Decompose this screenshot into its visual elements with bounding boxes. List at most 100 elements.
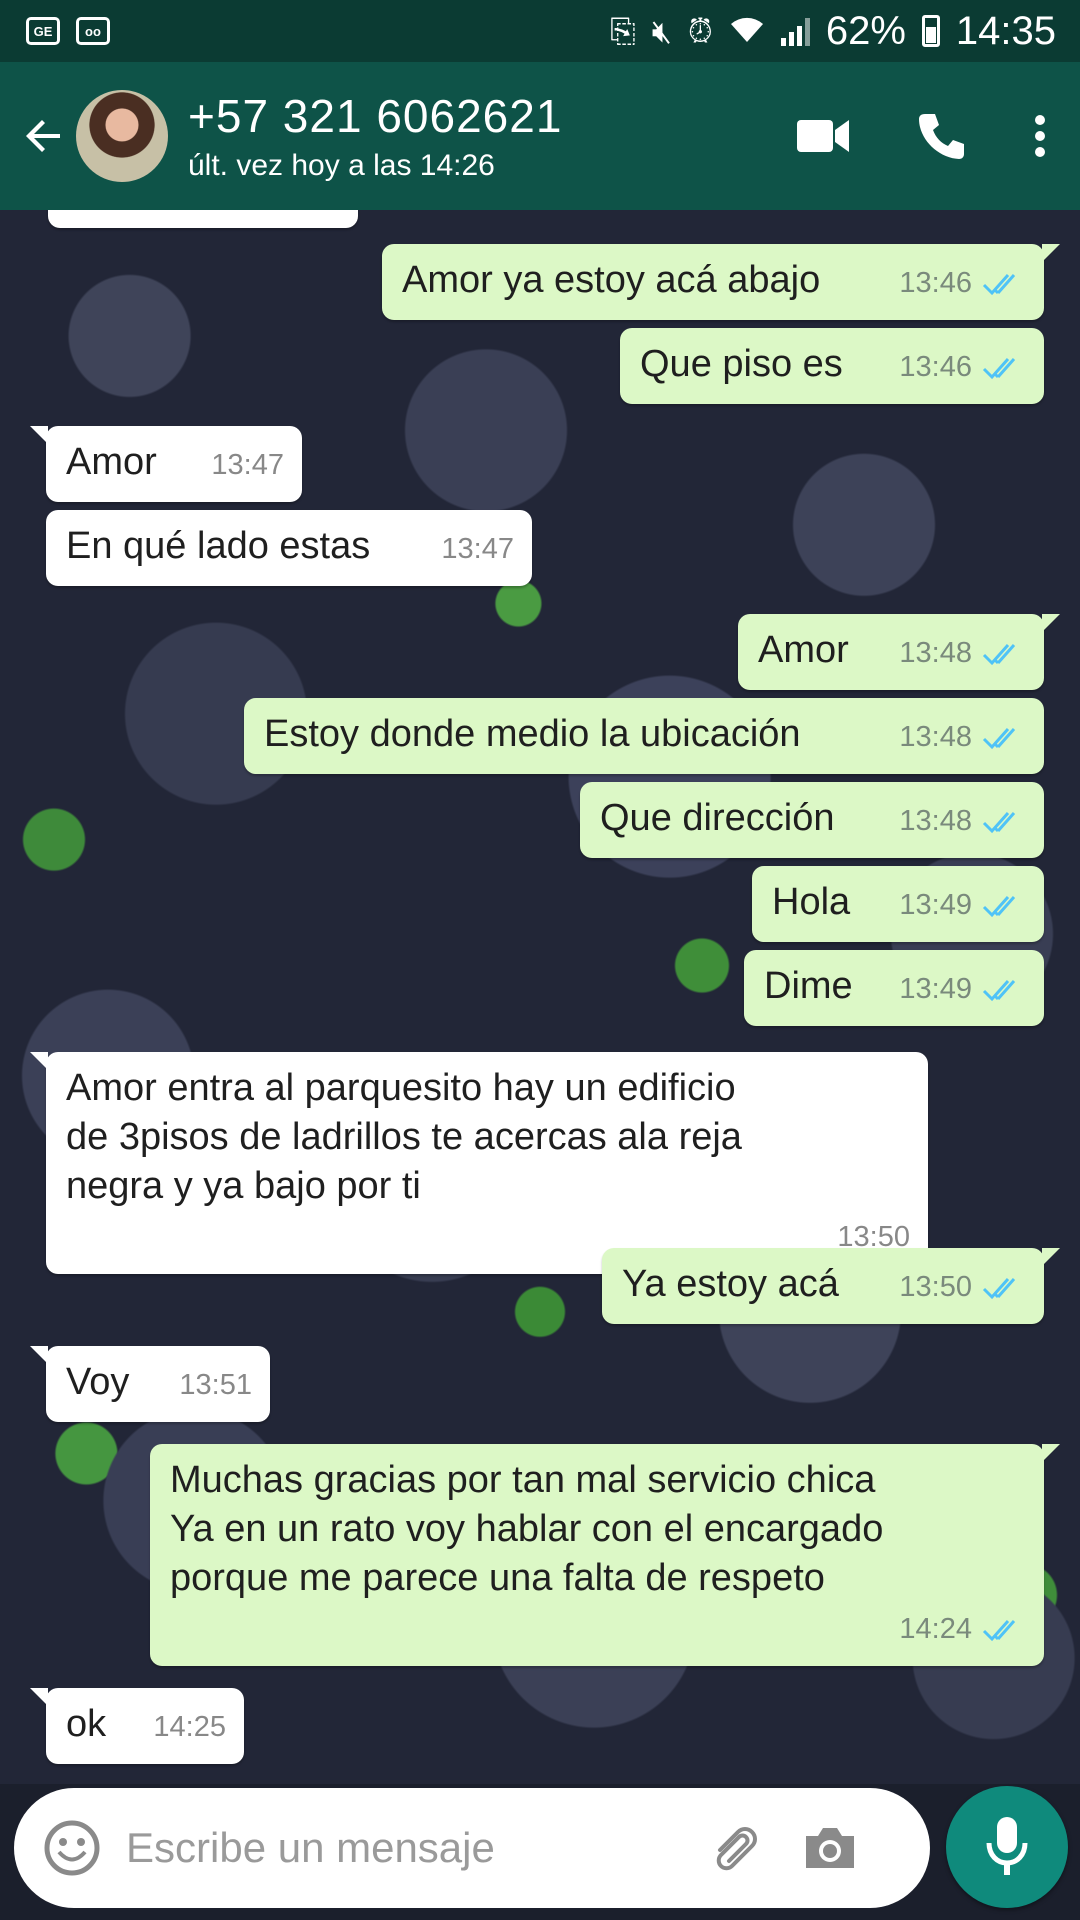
attach-button[interactable]	[686, 1808, 782, 1888]
message-time: 13:47	[211, 449, 284, 481]
back-button[interactable]	[4, 86, 84, 186]
message-text: Ya estoy acá	[622, 1263, 839, 1305]
message-list[interactable]: Amor ya estoy acá abajo 13:46 Que piso es 1…	[0, 210, 1080, 1784]
outgoing-message[interactable]: Amor ya estoy acá abajo 13:46	[382, 244, 1060, 320]
incoming-message[interactable]: Voy 13:51	[30, 1346, 270, 1422]
message-time: 13:48	[899, 805, 972, 837]
more-vert-icon	[1035, 115, 1045, 157]
mute-icon: 🔇︎	[651, 13, 672, 49]
message-meta: 13:48	[899, 797, 1026, 846]
message-text: ok	[66, 1703, 107, 1745]
voice-call-button[interactable]	[882, 86, 1000, 186]
message-text: Que dirección	[600, 797, 835, 839]
read-receipt-icon	[982, 725, 1026, 751]
back-arrow-icon	[26, 120, 60, 152]
phone-icon	[919, 114, 964, 159]
read-receipt-icon	[982, 271, 1026, 297]
message-time: 13:46	[899, 351, 972, 383]
read-receipt-icon	[982, 893, 1026, 919]
outgoing-message[interactable]: Amor 13:48	[738, 614, 1060, 690]
status-clock: 14:35	[955, 8, 1056, 53]
outgoing-message[interactable]: Estoy donde medio la ubicación 13:48	[244, 698, 1044, 774]
message-time: 14:25	[153, 1711, 226, 1743]
incoming-message[interactable]: Amor 13:47	[30, 426, 302, 502]
message-meta: 13:47	[211, 441, 284, 490]
message-text: Voy	[66, 1361, 130, 1403]
read-receipt-icon	[982, 977, 1026, 1003]
message-time: 14:24	[899, 1613, 972, 1645]
message-meta: 13:51	[179, 1361, 252, 1410]
read-receipt-icon	[982, 641, 1026, 667]
message-time: 13:51	[179, 1369, 252, 1401]
message-text-line: porque me parece una falta de respeto	[170, 1557, 825, 1599]
message-time: 13:46	[899, 267, 972, 299]
message-text: Amor	[758, 629, 849, 671]
read-receipt-icon	[982, 809, 1026, 835]
nfc-icon: ⎘	[610, 13, 636, 49]
more-options-button[interactable]	[1000, 86, 1080, 186]
camera-icon	[806, 1828, 854, 1868]
battery-icon	[921, 15, 940, 47]
voicemail-icon: oo	[76, 17, 110, 45]
message-text: Amor	[66, 441, 157, 483]
chat-header: +57 321 6062621 últ. vez hoy a las 14:26	[0, 62, 1080, 210]
message-text-line: Amor entra al parquesito hay un edificio	[66, 1067, 736, 1109]
outgoing-message[interactable]: Muchas gracias por tan mal servicio chic…	[150, 1444, 1060, 1666]
message-text: Estoy donde medio la ubicación	[264, 713, 801, 755]
outgoing-message[interactable]: Que piso es 13:46	[620, 328, 1044, 404]
message-meta: 13:50	[899, 1263, 1026, 1312]
message-meta: 14:24	[170, 1605, 1026, 1654]
message-time: 13:49	[899, 889, 972, 921]
ge-icon: GE	[26, 17, 60, 45]
message-input[interactable]	[126, 1824, 686, 1872]
wifi-icon	[729, 9, 765, 54]
read-receipt-icon	[982, 1275, 1026, 1301]
message-text: Que piso es	[640, 343, 843, 385]
message-meta: 13:46	[899, 259, 1026, 308]
message-bubble-partial	[48, 210, 358, 228]
read-receipt-icon	[982, 1617, 1026, 1643]
battery-percent: 62%	[825, 8, 906, 53]
video-call-button[interactable]	[764, 86, 882, 186]
emoji-icon	[44, 1820, 100, 1876]
message-time: 13:48	[899, 637, 972, 669]
signal-icon	[780, 16, 810, 46]
emoji-button[interactable]	[42, 1818, 102, 1878]
message-time: 13:50	[899, 1271, 972, 1303]
message-meta: 13:47	[441, 525, 514, 574]
message-time: 13:48	[899, 721, 972, 753]
outgoing-message[interactable]: Ya estoy acá 13:50	[602, 1248, 1060, 1324]
message-meta: 13:49	[899, 965, 1026, 1014]
camera-button[interactable]	[782, 1808, 878, 1888]
message-meta: 13:49	[899, 881, 1026, 930]
outgoing-message[interactable]: Dime 13:49	[744, 950, 1044, 1026]
message-text-line: Ya en un rato voy hablar con el encargad…	[170, 1508, 884, 1550]
outgoing-message[interactable]: Que dirección 13:48	[580, 782, 1044, 858]
message-meta: 13:48	[899, 713, 1026, 762]
attach-icon	[716, 1827, 757, 1871]
status-bar: GE oo ⎘ 🔇︎ ⏰︎ 62% 14:35	[0, 0, 1080, 62]
message-text: Hola	[772, 881, 851, 923]
status-left: GE oo	[26, 17, 110, 45]
incoming-message[interactable]: ok 14:25	[30, 1688, 244, 1764]
contact-info[interactable]: +57 321 6062621 últ. vez hoy a las 14:26	[188, 89, 562, 183]
message-time: 13:49	[899, 973, 972, 1005]
message-meta: 13:48	[899, 629, 1026, 678]
contact-name: +57 321 6062621	[188, 90, 563, 142]
message-time: 13:47	[441, 533, 514, 565]
message-text: En qué lado estas	[66, 525, 371, 567]
incoming-message[interactable]: Amor entra al parquesito hay un edificio…	[30, 1052, 928, 1274]
incoming-message[interactable]: En qué lado estas 13:47	[46, 510, 532, 586]
message-meta: 14:25	[153, 1703, 226, 1752]
alarm-icon: ⏰︎	[687, 13, 713, 49]
message-composer	[14, 1788, 930, 1908]
avatar[interactable]	[76, 90, 168, 182]
outgoing-message[interactable]: Hola 13:49	[752, 866, 1044, 942]
voice-message-button[interactable]	[946, 1786, 1068, 1908]
message-text-line: negra y ya bajo por ti	[66, 1165, 421, 1207]
read-receipt-icon	[982, 355, 1026, 381]
message-text: Dime	[764, 965, 853, 1007]
status-right: ⎘ 🔇︎ ⏰︎ 62% 14:35	[610, 9, 1056, 54]
message-text: Amor ya estoy acá abajo	[402, 259, 821, 301]
header-actions	[764, 86, 1080, 186]
